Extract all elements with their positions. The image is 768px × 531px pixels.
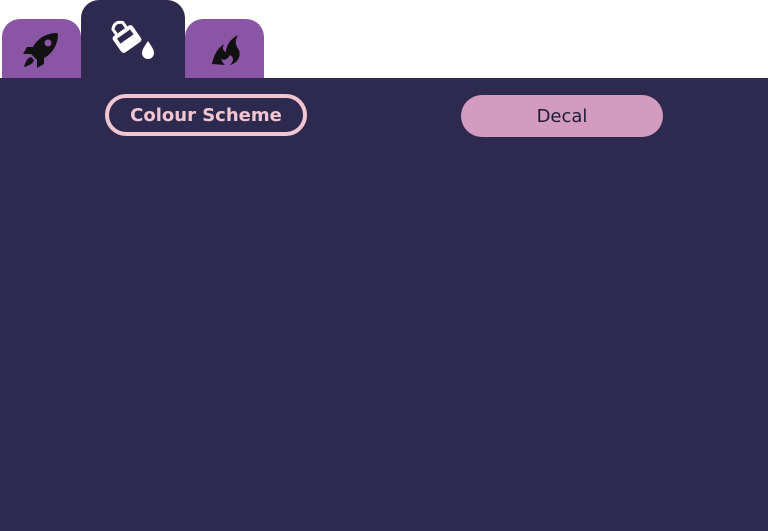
tab-fire[interactable] [185,19,264,78]
tab-paint[interactable] [81,0,185,78]
flame-icon [208,32,242,66]
decal-button[interactable]: Decal [461,95,663,137]
rocket-icon [22,29,62,69]
paint-bucket-icon [111,19,155,59]
content-panel: Colour Scheme Decal [0,78,768,531]
tab-bar [0,0,768,78]
colour-scheme-button[interactable]: Colour Scheme [105,94,307,136]
tab-ship[interactable] [2,19,81,78]
